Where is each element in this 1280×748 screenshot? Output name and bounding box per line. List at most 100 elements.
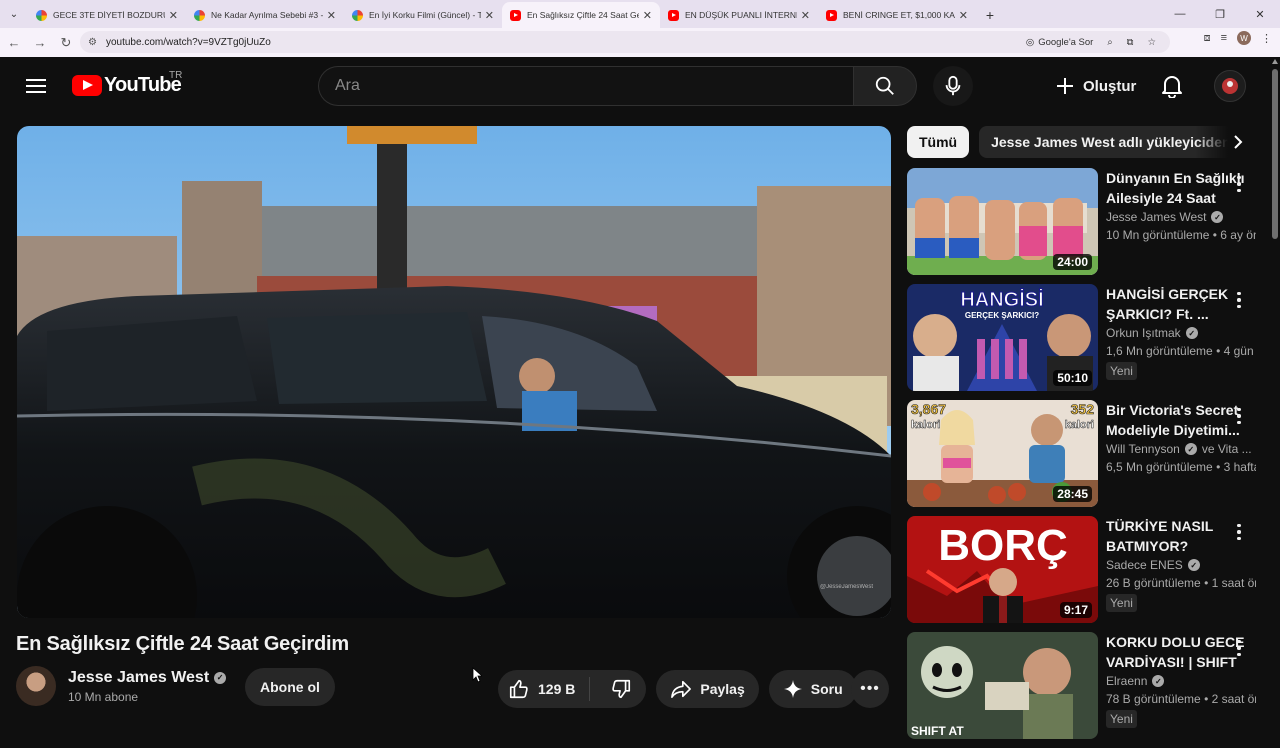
address-bar[interactable]: ⚙ youtube.com/watch?v=9VZTg0jUuZo ◎ Goog… xyxy=(80,31,1170,53)
new-tab-icon[interactable]: + xyxy=(976,2,1004,28)
video-duration: 28:45 xyxy=(1053,486,1092,502)
recommendation-meta: 1,6 Mn görüntüleme • 4 gün önce xyxy=(1106,344,1256,358)
more-horizontal-icon: ••• xyxy=(860,680,880,697)
browser-tab[interactable]: Ne Kadar Ayrılma Sebebi #3 - T ✕ xyxy=(186,2,344,28)
video-duration: 50:10 xyxy=(1053,370,1092,386)
minimize-icon[interactable]: — xyxy=(1160,0,1200,28)
media-controls-icon[interactable]: ≡ xyxy=(1221,32,1227,44)
user-avatar[interactable] xyxy=(1214,70,1246,102)
voice-search-button[interactable] xyxy=(933,66,973,106)
install-app-icon[interactable]: ⧉ xyxy=(1127,37,1134,48)
like-button[interactable]: 129 B xyxy=(498,677,591,701)
profile-avatar[interactable]: W xyxy=(1237,31,1251,45)
scrollbar-thumb[interactable] xyxy=(1272,69,1278,239)
site-info-icon[interactable]: ⚙ xyxy=(88,37,97,48)
tab-close-icon[interactable]: ✕ xyxy=(959,9,968,22)
youtube-favicon-icon xyxy=(668,9,679,21)
mouse-cursor-icon xyxy=(472,667,482,683)
forward-icon[interactable]: → xyxy=(28,31,52,55)
dislike-button[interactable] xyxy=(598,678,646,700)
zoom-icon[interactable]: ⌕ xyxy=(1107,37,1112,48)
chip-all[interactable]: Tümü xyxy=(907,126,970,158)
browser-tab-active[interactable]: En Sağlıksız Çiftle 24 Saat Geçir ✕ xyxy=(502,2,660,28)
tab-title: En İyi Korku Filmi (Güncel) - Tie xyxy=(369,10,481,20)
browser-tab[interactable]: GECE 3TE DİYETİ BOZDURUCAK ✕ xyxy=(28,2,186,28)
scroll-up-arrow-icon[interactable] xyxy=(1272,59,1278,64)
video-frame xyxy=(17,126,891,618)
video-thumbnail[interactable]: BORÇ 9:17 xyxy=(907,516,1098,623)
recommendation-channel[interactable]: Orkun Işıtmak xyxy=(1106,326,1181,340)
recommendation-meta: 6,5 Mn görüntüleme • 3 hafta önce xyxy=(1106,460,1256,474)
thumbnail-subtext: GERÇEK ŞARKICI? xyxy=(965,311,1039,320)
ask-button[interactable]: Soru xyxy=(768,670,857,708)
recommendation-channel[interactable]: Sadece ENES xyxy=(1106,558,1183,572)
upload-age: 4 gün önce xyxy=(1223,344,1256,358)
recommendation-channel[interactable]: Will Tennyson xyxy=(1106,442,1180,456)
tab-title: EN DÜŞÜK PUANLI İNTERNET K xyxy=(685,10,797,20)
tab-close-icon[interactable]: ✕ xyxy=(485,9,494,22)
tab-close-icon[interactable]: ✕ xyxy=(801,9,810,22)
recommendation-item[interactable]: BORÇ 9:17 TÜRKİYE NASIL BATMIYOR? Sadece… xyxy=(907,516,1257,632)
tab-title: Ne Kadar Ayrılma Sebebi #3 - T xyxy=(211,10,323,20)
video-thumbnail[interactable]: 24:00 xyxy=(907,168,1098,275)
recommendation-channel[interactable]: Elraenn xyxy=(1106,674,1147,688)
verified-badge-icon: ✓ xyxy=(1152,675,1165,687)
search-input[interactable] xyxy=(335,77,854,95)
recommendation-item[interactable]: 24:00 Dünyanın En Sağlıklı Ailesiyle 24 … xyxy=(907,168,1257,284)
video-menu-icon[interactable] xyxy=(1229,172,1249,196)
more-actions-button[interactable]: ••• xyxy=(851,670,889,708)
channel-owner: Jesse James West ✓ 10 Mn abone xyxy=(16,666,227,706)
guide-menu-icon[interactable] xyxy=(24,75,48,97)
chevron-right-icon xyxy=(1234,135,1243,149)
google-lens-button[interactable]: ◎ Google'a Sor xyxy=(1026,37,1093,48)
browser-toolbar: ← → ↻ ⚙ youtube.com/watch?v=9VZTg0jUuZo … xyxy=(0,28,1280,57)
page-scrollbar[interactable] xyxy=(1270,57,1280,720)
reload-icon[interactable]: ↻ xyxy=(54,31,78,55)
browser-tab[interactable]: BENİ CRINGE ET, $1,000 KAZAN ✕ xyxy=(818,2,976,28)
video-thumbnail[interactable]: HANGİSİ GERÇEK ŞARKICI? 50:10 xyxy=(907,284,1098,391)
subscribe-button[interactable]: Abone ol xyxy=(245,668,335,706)
video-menu-icon[interactable] xyxy=(1229,520,1249,544)
verified-badge-icon: ✓ xyxy=(1185,327,1198,339)
recommendation-item[interactable]: SHIFT AT KORKU DOLU GECE VARDİYASI! | SH… xyxy=(907,632,1257,748)
channel-avatar[interactable] xyxy=(16,666,56,706)
create-button[interactable]: Oluştur xyxy=(1043,66,1148,106)
create-label: Oluştur xyxy=(1083,77,1137,95)
tab-search-icon[interactable]: ⌄ xyxy=(0,0,28,28)
browser-menu-icon[interactable]: ⋮ xyxy=(1261,32,1272,45)
video-thumbnail[interactable]: 3,867 kalori 352 kalori 28:45 xyxy=(907,400,1098,507)
tab-close-icon[interactable]: ✕ xyxy=(327,9,336,22)
restore-icon[interactable]: ❐ xyxy=(1200,0,1240,28)
youtube-logo[interactable]: YouTube xyxy=(72,74,182,97)
video-duration: 9:17 xyxy=(1059,602,1092,618)
video-menu-icon[interactable] xyxy=(1229,288,1249,312)
close-window-icon[interactable]: ✕ xyxy=(1240,0,1280,28)
browser-tab[interactable]: En İyi Korku Filmi (Güncel) - Tie ✕ xyxy=(344,2,502,28)
extensions-icon[interactable]: ⧈ xyxy=(1204,32,1211,45)
video-player[interactable]: @JesseJamesWest xyxy=(17,126,891,618)
thumbnail-subtext: kalori xyxy=(911,419,940,431)
video-menu-icon[interactable] xyxy=(1229,636,1249,660)
channel-name[interactable]: Jesse James West xyxy=(68,669,209,687)
tab-close-icon[interactable]: ✕ xyxy=(643,9,652,22)
recommendations-list: 24:00 Dünyanın En Sağlıklı Ailesiyle 24 … xyxy=(907,168,1257,748)
recommendation-channel[interactable]: Jesse James West xyxy=(1106,210,1206,224)
browser-tab[interactable]: EN DÜŞÜK PUANLI İNTERNET K ✕ xyxy=(660,2,818,28)
recommendation-item[interactable]: 3,867 kalori 352 kalori 28:45 Bir Victor… xyxy=(907,400,1257,516)
tab-close-icon[interactable]: ✕ xyxy=(169,9,178,22)
youtube-favicon-icon xyxy=(826,9,837,21)
view-count: 26 B görüntüleme xyxy=(1106,576,1201,590)
chip-scroll-right[interactable] xyxy=(1195,125,1255,159)
bookmark-star-icon[interactable]: ☆ xyxy=(1147,37,1156,48)
upload-age: 3 hafta önce xyxy=(1223,460,1256,474)
notifications-button[interactable] xyxy=(1152,66,1192,106)
back-icon[interactable]: ← xyxy=(2,31,26,55)
recommendation-item[interactable]: HANGİSİ GERÇEK ŞARKICI? 50:10 HANGİSİ GE… xyxy=(907,284,1257,400)
thumbnail-subtext: kalori xyxy=(1065,419,1094,431)
video-thumbnail[interactable]: SHIFT AT xyxy=(907,632,1098,739)
video-menu-icon[interactable] xyxy=(1229,404,1249,428)
url-text: youtube.com/watch?v=9VZTg0jUuZo xyxy=(105,36,271,48)
share-button[interactable]: Paylaş xyxy=(656,670,759,708)
new-badge: Yeni xyxy=(1106,594,1137,612)
search-button[interactable] xyxy=(853,66,917,106)
